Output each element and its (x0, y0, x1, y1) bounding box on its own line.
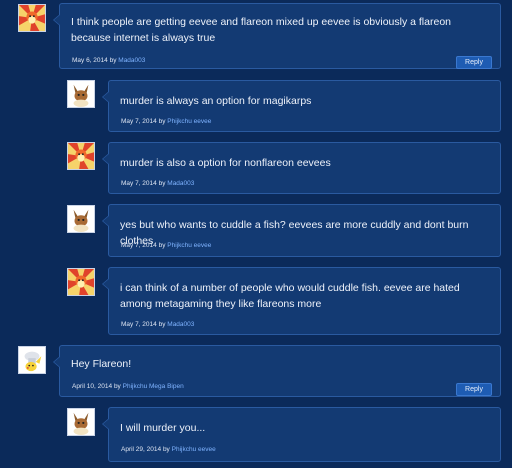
pikachu-avatar-icon (19, 347, 45, 373)
comment-author-link[interactable]: Mada003 (118, 57, 145, 64)
comment-by: by (158, 180, 166, 187)
comment-6: I will murder you... April 29, 2014 by P… (102, 407, 501, 462)
comment-author-link[interactable]: Phijkchu Mega Bipen (123, 383, 184, 390)
comment-meta: April 10, 2014 by Phijkchu Mega Bipen (72, 383, 184, 390)
comment-date: May 7, 2014 (121, 180, 157, 187)
eevee-avatar-icon (68, 81, 94, 107)
reply-button[interactable]: Reply (456, 383, 492, 396)
comment-meta: May 7, 2014 by Phijkchu eevee (121, 118, 211, 125)
comment-3: yes but who wants to cuddle a fish? eeve… (102, 204, 501, 257)
flareon-avatar-icon (19, 5, 45, 31)
flareon-avatar-icon (68, 143, 94, 169)
user-avatar[interactable] (18, 346, 46, 374)
comment-text: i can think of a number of people who wo… (120, 282, 460, 310)
comment-author-link[interactable]: Phijkchu eevee (172, 446, 216, 453)
comment-date: May 7, 2014 (121, 242, 157, 249)
eevee-avatar-icon (68, 206, 94, 232)
user-avatar[interactable] (67, 205, 95, 233)
comment-0: I think people are getting eevee and fla… (53, 3, 501, 69)
user-avatar[interactable] (18, 4, 46, 32)
flareon-avatar-icon (68, 269, 94, 295)
comment-4: i can think of a number of people who wo… (102, 267, 501, 335)
comment-by: by (162, 446, 170, 453)
comment-author-link[interactable]: Mada003 (167, 321, 194, 328)
comment-date: April 29, 2014 (121, 446, 162, 453)
comment-meta: May 7, 2014 by Mada003 (121, 180, 194, 187)
user-avatar[interactable] (67, 408, 95, 436)
comment-by: by (109, 57, 117, 64)
comment-text: I think people are getting eevee and fla… (71, 16, 451, 44)
user-avatar[interactable] (67, 80, 95, 108)
user-avatar[interactable] (67, 142, 95, 170)
comment-text: murder is also a option for nonflareon e… (120, 157, 331, 169)
comment-by: by (158, 118, 166, 125)
comment-date: April 10, 2014 (72, 383, 113, 390)
comment-meta: May 7, 2014 by Mada003 (121, 321, 194, 328)
comment-author-link[interactable]: Phijkchu eevee (167, 118, 211, 125)
comment-meta: May 7, 2014 by Phijkchu eevee (121, 242, 211, 249)
comment-meta: May 6, 2014 by Mada003 (72, 57, 145, 64)
comment-by: by (158, 321, 166, 328)
comment-by: by (113, 383, 121, 390)
comment-date: May 6, 2014 (72, 57, 108, 64)
comment-5: Hey Flareon! April 10, 2014 by Phijkchu … (53, 345, 501, 397)
comment-by: by (158, 242, 166, 249)
comment-date: May 7, 2014 (121, 321, 157, 328)
comment-text: I will murder you... (120, 422, 206, 434)
eevee-avatar-icon (68, 409, 94, 435)
comment-author-link[interactable]: Mada003 (167, 180, 194, 187)
user-avatar[interactable] (67, 268, 95, 296)
reply-button[interactable]: Reply (456, 56, 492, 69)
comment-date: May 7, 2014 (121, 118, 157, 125)
comment-2: murder is also a option for nonflareon e… (102, 142, 501, 194)
comment-meta: April 29, 2014 by Phijkchu eevee (121, 446, 216, 453)
comment-text: Hey Flareon! (71, 358, 132, 370)
comment-author-link[interactable]: Phijkchu eevee (167, 242, 211, 249)
comment-text: murder is always an option for magikarps (120, 95, 312, 107)
comment-1: murder is always an option for magikarps… (102, 80, 501, 132)
